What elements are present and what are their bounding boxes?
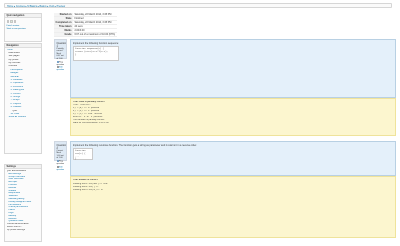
question-1-prompt: Implement the following function sequenc… [73, 41, 119, 45]
code-line: } [75, 52, 77, 56]
code-line: } [75, 157, 77, 161]
question-1-answer-editor[interactable]: function sequence(n) { return (n<=1)?n:n… [73, 46, 119, 61]
question-1-edit[interactable]: Edit question [56, 66, 65, 72]
question-2-prompt: Implement the following recursive functi… [73, 143, 197, 147]
attempt-summary-table: Started on Saturday, 22 March 2014, 3:45… [54, 13, 117, 37]
summary-label: Completed on [54, 20, 73, 25]
feedback-line: Mark for this submission: 0.67/1.00 [73, 121, 109, 124]
question-2-info: Question 2 Correct Mark 1.00 out of 1.00… [54, 141, 67, 171]
nav-item-show-all-courses[interactable]: Show all courses [7, 116, 40, 119]
question-2-feedback-title: Your answer is correct [73, 178, 98, 181]
summary-row-grade: Grade 6.67 out of a maximum of 10.00 (67… [54, 32, 117, 37]
question-2-edit[interactable]: Edit question [56, 165, 65, 172]
question-1-nav-button[interactable] [6, 19, 10, 23]
navigation-block: Navigation Home Dashboard Site pages My … [4, 43, 42, 154]
question-2-nav-button[interactable] [10, 19, 13, 23]
question-1-info: Question 1 Partially correct Mark 0.67 o… [54, 39, 67, 71]
feedback-line: Passing test 3: rev("a") == "a" [73, 189, 104, 192]
breadcrumb[interactable]: Home ▸ Courses ▸ M Basics ▸ Basics ▸ Qui… [4, 3, 392, 8]
summary-row-started: Started on Saturday, 22 March 2014, 3:45… [54, 13, 117, 17]
summary-row-completed: Completed on Saturday, 22 March 2014, 3:… [54, 20, 117, 25]
summary-value: Saturday, 22 March 2014, 3:45 PM [72, 20, 117, 25]
summary-label: Grade [54, 32, 73, 37]
start-new-preview-link[interactable]: Start a new preview [5, 28, 41, 31]
question-1-content: Implement the following function sequenc… [70, 39, 396, 98]
question-2-feedback: Your answer is correct Passing test 1: r… [70, 176, 396, 238]
question-1-mark: Mark 0.67 out of 1.00 [56, 52, 64, 60]
question-2-mark: Mark 1.00 out of 1.00 [56, 152, 64, 159]
quiz-navigation-block: Quiz navigation Finish review Start a ne… [4, 13, 42, 42]
my-profile-settings-link[interactable]: My profile settings [7, 229, 40, 232]
question-1-feedback: Your code is partially correct Test resu… [70, 98, 396, 136]
question-3-nav-button[interactable] [13, 19, 17, 23]
question-2-answer-editor[interactable]: function rev(s) { ... } [73, 148, 93, 160]
summary-value: Saturday, 22 March 2014, 3:45 PM [72, 13, 117, 17]
settings-block: Settings Quiz administration Edit settin… [4, 164, 42, 242]
question-2-content: Implement the following recursive functi… [70, 141, 396, 176]
summary-value: 6.67 out of a maximum of 10.00 (67%) [72, 32, 117, 37]
question-1-feedback-title: Your code is partially correct [73, 100, 105, 103]
